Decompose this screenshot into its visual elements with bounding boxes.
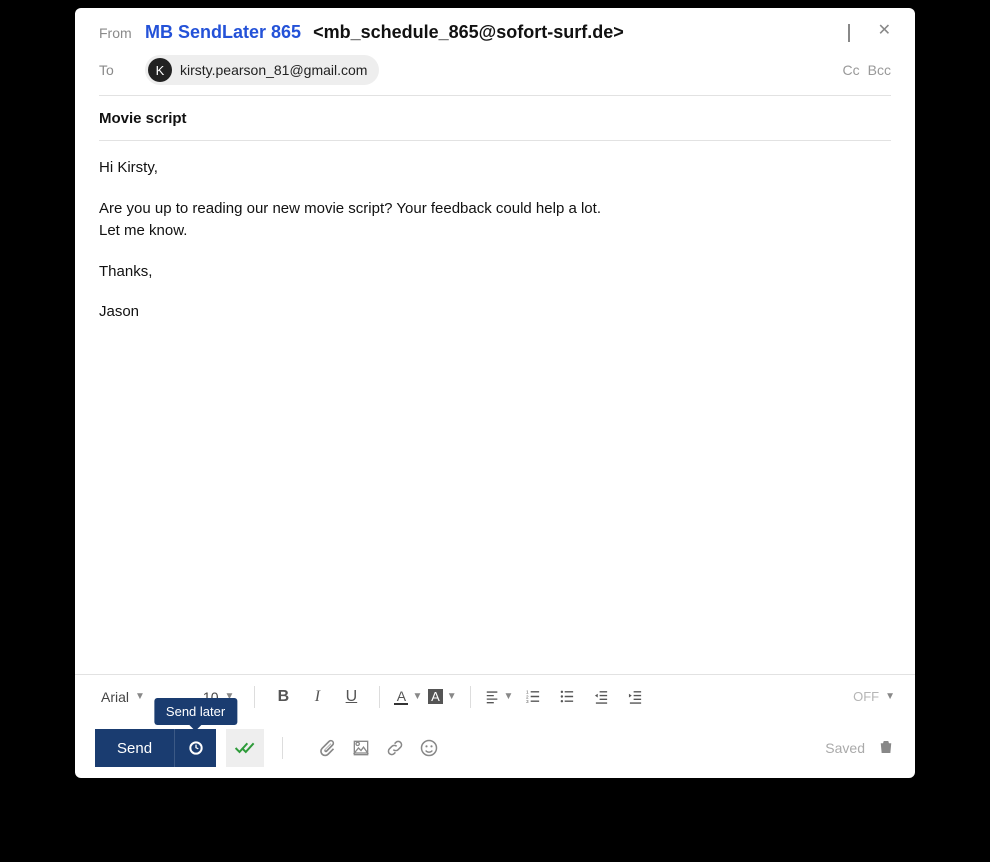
attach-file-button[interactable] xyxy=(317,738,337,758)
text-color-button[interactable]: A ▼ xyxy=(394,683,422,711)
bcc-button[interactable]: Bcc xyxy=(868,62,891,78)
chevron-down-icon: ▼ xyxy=(447,691,457,702)
numbered-list-button[interactable]: 123 xyxy=(519,683,547,711)
divider xyxy=(379,686,380,708)
link-icon xyxy=(385,738,405,758)
body-signoff: Thanks, xyxy=(99,261,891,284)
underline-button[interactable]: U xyxy=(337,683,365,711)
paperclip-icon xyxy=(317,738,337,758)
trash-icon xyxy=(877,738,895,756)
window-close-button[interactable]: ✕ xyxy=(878,25,891,41)
from-label: From xyxy=(99,25,145,41)
subject-field[interactable]: Movie script xyxy=(99,110,187,127)
insert-image-button[interactable] xyxy=(351,738,371,758)
insert-link-button[interactable] xyxy=(385,738,405,758)
cc-button[interactable]: Cc xyxy=(843,62,860,78)
body-line: Are you up to reading our new movie scri… xyxy=(99,198,891,221)
to-row: To K kirsty.pearson_81@gmail.com Cc Bcc xyxy=(75,47,915,95)
image-icon xyxy=(351,738,371,758)
divider xyxy=(470,686,471,708)
divider xyxy=(254,686,255,708)
recipient-avatar: K xyxy=(148,58,172,82)
subject-row[interactable]: Movie script xyxy=(75,96,915,140)
window-controls: ✕ xyxy=(820,25,891,41)
font-family-label: Arial xyxy=(101,689,129,705)
clock-icon xyxy=(188,740,204,756)
saved-status: Saved xyxy=(825,740,865,756)
chevron-down-icon: ▼ xyxy=(412,691,422,702)
body-signature: Jason xyxy=(99,301,891,324)
chevron-down-icon: ▼ xyxy=(135,691,145,702)
to-label: To xyxy=(99,62,145,78)
recipient-email: kirsty.pearson_81@gmail.com xyxy=(180,62,367,78)
recipient-chip[interactable]: K kirsty.pearson_81@gmail.com xyxy=(145,55,379,85)
chevron-down-icon: ▼ xyxy=(885,691,895,702)
bold-button[interactable]: B xyxy=(269,683,297,711)
send-button[interactable]: Send Send later xyxy=(95,729,216,767)
align-button[interactable]: ▼ xyxy=(485,683,513,711)
window-maximize-button[interactable] xyxy=(848,25,850,41)
insert-emoji-button[interactable] xyxy=(419,738,439,758)
body-greeting: Hi Kirsty, xyxy=(99,157,891,180)
indent-button[interactable] xyxy=(621,683,649,711)
format-off-toggle[interactable]: OFF ▼ xyxy=(853,689,895,704)
compose-window: From MB SendLater 865 <mb_schedule_865@s… xyxy=(75,8,915,778)
emoji-icon xyxy=(419,738,439,758)
sender-email: <mb_schedule_865@sofort-surf.de> xyxy=(313,22,624,43)
from-row: From MB SendLater 865 <mb_schedule_865@s… xyxy=(75,8,915,47)
sender-name[interactable]: MB SendLater 865 xyxy=(145,22,301,43)
send-later-button[interactable]: Send later xyxy=(174,729,216,767)
divider xyxy=(282,737,283,759)
read-receipt-button[interactable] xyxy=(226,729,264,767)
send-later-tooltip: Send later xyxy=(154,698,237,725)
chevron-down-icon: ▼ xyxy=(504,691,514,702)
double-check-icon xyxy=(234,739,256,757)
discard-draft-button[interactable] xyxy=(877,738,895,759)
attach-group xyxy=(317,738,439,758)
bullet-list-button[interactable] xyxy=(553,683,581,711)
font-family-select[interactable]: Arial ▼ xyxy=(95,687,151,707)
email-body[interactable]: Hi Kirsty, Are you up to reading our new… xyxy=(75,141,915,674)
highlight-color-button[interactable]: A ▼ xyxy=(428,683,456,711)
outdent-button[interactable] xyxy=(587,683,615,711)
italic-button[interactable]: I xyxy=(303,683,331,711)
body-line: Let me know. xyxy=(99,220,891,243)
send-row: Send Send later xyxy=(75,718,915,778)
svg-text:3: 3 xyxy=(526,699,529,704)
off-label: OFF xyxy=(853,689,879,704)
send-button-main[interactable]: Send xyxy=(95,729,174,767)
